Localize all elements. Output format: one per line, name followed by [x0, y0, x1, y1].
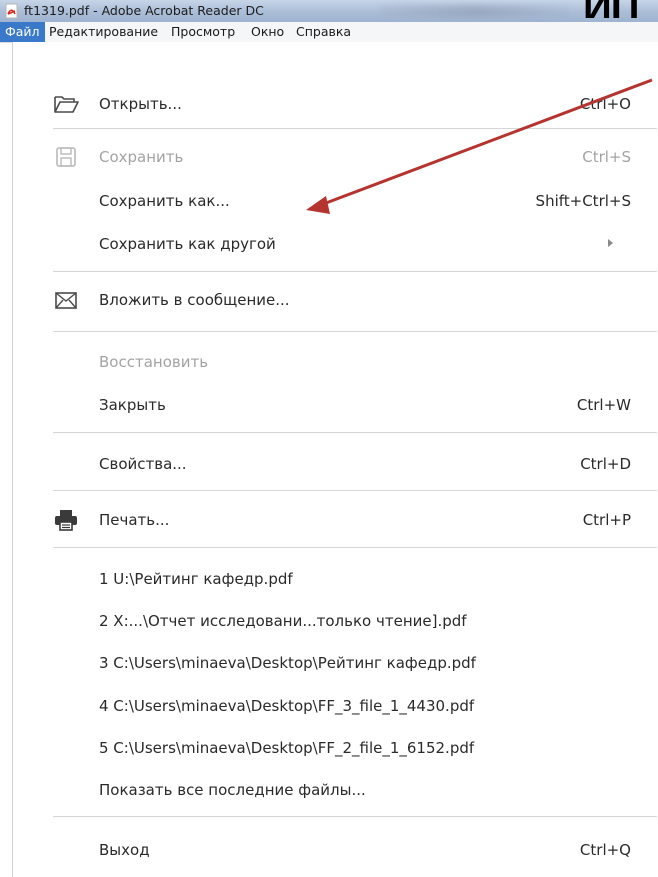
recent-file-label: 4 C:\Users\minaeva\Desktop\FF_3_file_1_4…: [99, 697, 475, 715]
menu-item-revert[interactable]: Восстановить: [13, 343, 658, 381]
menu-separator: [53, 331, 657, 332]
show-all-recent-label: Показать все последние файлы...: [99, 781, 366, 799]
exit-label: Выход: [99, 841, 150, 859]
printer-icon: [55, 510, 77, 531]
save-as-other-label: Сохранить как другой: [99, 235, 276, 253]
menu-item-attach-email[interactable]: Вложить в сообщение...: [13, 281, 658, 319]
window-title: ft1319.pdf - Adobe Acrobat Reader DC: [24, 3, 264, 18]
submenu-arrow-icon: [608, 239, 613, 247]
menu-item-save-as[interactable]: Сохранить как... Shift+Ctrl+S: [13, 182, 658, 220]
recent-file-label: 5 C:\Users\minaeva\Desktop\FF_2_file_1_6…: [99, 739, 475, 757]
background-heading-text: ИП: [583, 0, 658, 18]
menu-bar: Файл Редактирование Просмотр Окно Справк…: [0, 22, 658, 43]
menu-edit[interactable]: Редактирование: [44, 22, 163, 42]
recent-file-label: 3 C:\Users\minaeva\Desktop\Рейтинг кафед…: [99, 654, 476, 672]
properties-shortcut: Ctrl+D: [580, 455, 631, 473]
acrobat-pdf-icon: [5, 3, 18, 19]
menu-separator: [53, 432, 657, 433]
recent-file-label: 1 U:\Рейтинг кафедр.pdf: [99, 570, 293, 588]
close-label: Закрыть: [99, 396, 166, 414]
exit-shortcut: Ctrl+Q: [579, 841, 631, 859]
menu-item-save-as-other[interactable]: Сохранить как другой: [13, 225, 658, 263]
menu-separator: [53, 271, 657, 272]
recent-file-item[interactable]: 1 U:\Рейтинг кафедр.pdf: [13, 560, 658, 598]
menu-item-properties[interactable]: Свойства... Ctrl+D: [13, 445, 658, 483]
recent-file-item[interactable]: 5 C:\Users\minaeva\Desktop\FF_2_file_1_6…: [13, 729, 658, 767]
menu-item-print[interactable]: Печать... Ctrl+P: [13, 501, 658, 539]
folder-open-icon: [54, 96, 79, 113]
print-label: Печать...: [99, 511, 170, 529]
open-label: Открыть...: [99, 95, 182, 113]
menu-item-exit[interactable]: Выход Ctrl+Q: [13, 831, 658, 869]
envelope-icon: [55, 292, 77, 309]
menu-item-close[interactable]: Закрыть Ctrl+W: [13, 386, 658, 424]
recent-file-item[interactable]: 3 C:\Users\minaeva\Desktop\Рейтинг кафед…: [13, 644, 658, 682]
attach-email-label: Вложить в сообщение...: [99, 291, 290, 309]
menu-item-save[interactable]: Сохранить Ctrl+S: [13, 138, 658, 176]
menu-separator: [53, 128, 657, 129]
save-label: Сохранить: [99, 148, 184, 166]
recent-file-label: 2 X:...\Отчет исследовани...только чтени…: [99, 612, 467, 630]
save-shortcut: Ctrl+S: [582, 148, 631, 166]
print-shortcut: Ctrl+P: [582, 511, 631, 529]
menu-help[interactable]: Справка: [291, 22, 356, 42]
menu-separator: [53, 816, 657, 817]
menu-separator: [53, 547, 657, 548]
properties-label: Свойства...: [99, 455, 187, 473]
title-bar: ft1319.pdf - Adobe Acrobat Reader DC ИП: [0, 0, 658, 22]
revert-label: Восстановить: [99, 353, 209, 371]
close-shortcut: Ctrl+W: [576, 396, 631, 414]
menu-file[interactable]: Файл: [0, 22, 45, 42]
menu-window[interactable]: Окно: [246, 22, 289, 42]
menu-item-open[interactable]: Открыть... Ctrl+O: [13, 85, 658, 123]
menu-item-show-all-recent[interactable]: Показать все последние файлы...: [13, 771, 658, 809]
open-shortcut: Ctrl+O: [579, 95, 631, 113]
floppy-disk-icon: [56, 147, 76, 167]
save-as-label: Сохранить как...: [99, 192, 230, 210]
file-menu-dropdown: Открыть... Ctrl+O Сохранить Ctrl+S Сохра…: [12, 42, 658, 877]
save-as-shortcut: Shift+Ctrl+S: [535, 192, 631, 210]
menu-separator: [53, 490, 657, 491]
menu-view[interactable]: Просмотр: [166, 22, 240, 42]
recent-file-item[interactable]: 2 X:...\Отчет исследовани...только чтени…: [13, 602, 658, 640]
recent-file-item[interactable]: 4 C:\Users\minaeva\Desktop\FF_3_file_1_4…: [13, 687, 658, 725]
blurred-title-area: [380, 5, 570, 17]
